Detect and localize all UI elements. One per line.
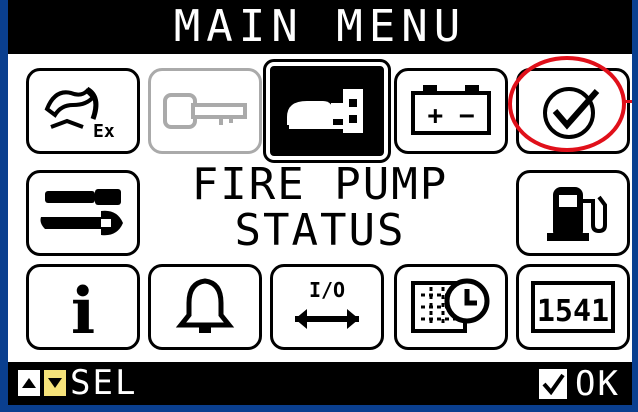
label-line-1: FIRE PUMP [191,159,449,210]
key-icon[interactable] [148,68,262,154]
battery-glyph: + − [411,85,491,135]
ok-label: OK [575,364,620,404]
selected-item-label: FIRE PUMP STATUS [154,162,486,262]
wrench-glyph [40,189,123,236]
io-exchange-icon[interactable]: I/O [270,264,384,350]
info-icon[interactable]: i [26,264,140,350]
ok-check-icon [539,369,568,399]
io-glyph: I/O [295,278,359,329]
counter-text: 1541 [537,294,609,329]
menu-title: MAIN MENU [8,0,632,54]
up-arrow-icon[interactable] [18,370,40,396]
fuel-pump-glyph [547,187,607,241]
counter-icon[interactable]: 1541 [516,264,630,350]
manual-mode-glyph: Ex [44,86,115,142]
sel-label: SEL [70,363,138,403]
io-text: I/O [309,278,345,302]
annotation-circle [508,56,626,152]
lcd-screen: MAIN MENU Ex + − FIRE PUMP STATUS i I/O … [8,0,632,405]
bell-glyph [175,278,235,333]
annotation-pointer [624,100,632,103]
battery-icon[interactable]: + − [394,68,508,154]
engine-pump-icon[interactable] [263,59,391,163]
wrench-settings-icon[interactable] [26,170,140,256]
manual-mode-icon[interactable]: Ex [26,68,140,154]
engine-pump-glyph [287,89,363,133]
info-text: i [71,275,95,339]
battery-text: + − [428,101,475,131]
counter-glyph: 1541 [531,281,615,333]
calendar-clock-icon[interactable] [394,264,508,350]
fuel-pump-icon[interactable] [516,170,630,256]
bottom-bar: SEL OK [8,362,632,405]
label-line-2: STATUS [234,205,406,256]
down-arrow-icon[interactable] [44,370,66,396]
ok-group[interactable]: OK [539,366,620,402]
bell-alarm-icon[interactable] [148,264,262,350]
manual-mode-text: Ex [93,121,115,142]
nav-arrows [18,370,66,396]
key-glyph [163,93,247,129]
info-glyph: i [71,275,95,339]
calendar-glyph [411,278,490,333]
